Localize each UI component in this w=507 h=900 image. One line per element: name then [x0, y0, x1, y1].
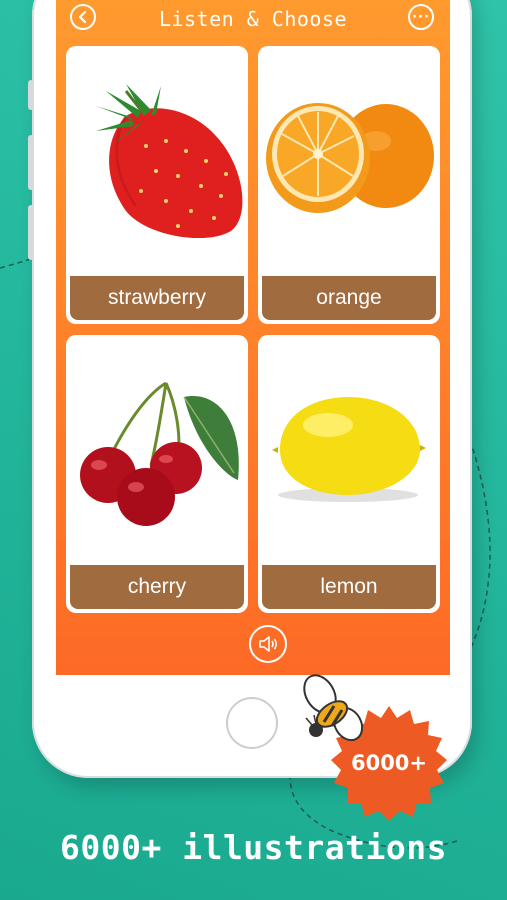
- orange-illustration: [266, 103, 434, 213]
- answer-card-lemon[interactable]: lemon: [258, 335, 440, 613]
- strawberry-illustration: [96, 84, 243, 239]
- top-bar: Listen & Choose ···: [56, 0, 450, 38]
- card-label: lemon: [262, 565, 436, 609]
- answer-card-cherry[interactable]: cherry: [66, 335, 248, 613]
- lemon-illustration: [272, 397, 426, 502]
- app-screen: Listen & Choose ··· strawberry orange ch…: [56, 0, 450, 675]
- speaker-icon: [259, 636, 278, 652]
- phone-volume-up: [28, 135, 34, 190]
- answer-card-strawberry[interactable]: strawberry: [66, 46, 248, 324]
- card-label: cherry: [70, 565, 244, 609]
- promo-caption: 6000+ illustrations: [60, 828, 447, 867]
- page-title: Listen & Choose: [158, 7, 348, 31]
- play-sound-button[interactable]: [249, 625, 287, 663]
- back-button[interactable]: [70, 4, 96, 30]
- phone-side-button: [28, 80, 34, 110]
- more-dots-icon: ···: [412, 9, 430, 25]
- card-label: strawberry: [70, 276, 244, 320]
- more-button[interactable]: ···: [408, 4, 434, 30]
- chevron-left-icon: [78, 10, 87, 24]
- answer-card-orange[interactable]: orange: [258, 46, 440, 324]
- card-label: orange: [262, 276, 436, 320]
- phone-volume-down: [28, 205, 34, 260]
- cherry-illustration: [80, 381, 239, 526]
- bee-icon: [303, 674, 364, 742]
- phone-home-button: [226, 697, 278, 749]
